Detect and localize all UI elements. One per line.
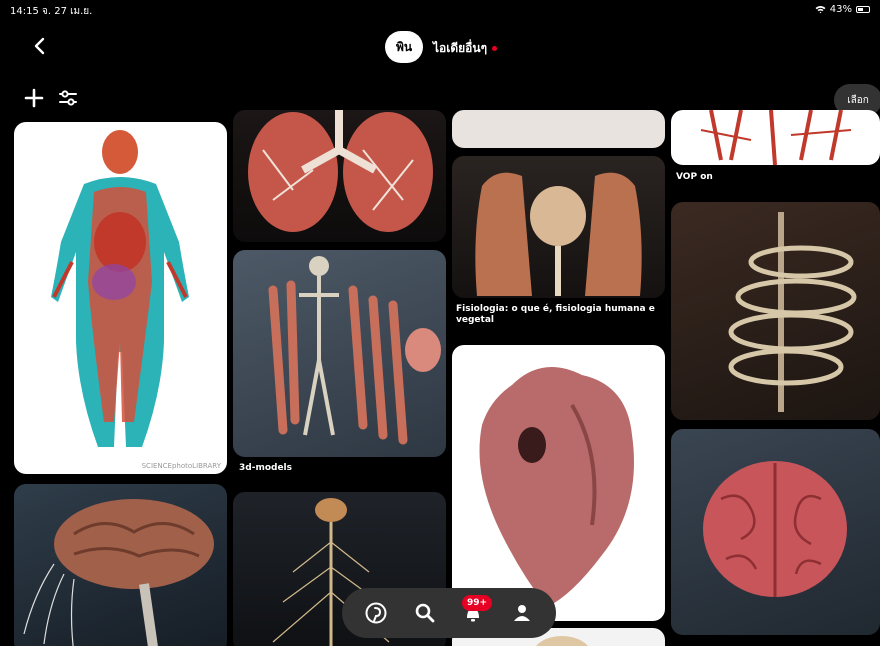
pin-heart[interactable]	[452, 345, 665, 621]
filter-icon[interactable]	[58, 89, 78, 107]
vessels-illustration	[700, 110, 852, 165]
pin-top-partial[interactable]	[452, 110, 665, 148]
body-illustration	[51, 130, 189, 447]
board-more-ideas-tab[interactable]: ไอเดียอื่นๆ	[433, 39, 498, 58]
back-icon[interactable]	[30, 36, 50, 56]
pin-vascular[interactable]	[671, 110, 880, 165]
pin-body-anatomy[interactable]: SCIENCEphotoLIBRARY	[14, 122, 227, 474]
brain-illustration	[23, 499, 214, 646]
battery-percent: 43%	[829, 4, 852, 15]
profile-icon	[513, 605, 530, 621]
pinterest-icon	[365, 602, 387, 624]
battery-icon	[856, 6, 870, 13]
pin-caption: 3d-models	[239, 463, 292, 473]
skeleton-muscles-illustration	[268, 256, 441, 445]
pin-caption: VOP on	[676, 172, 713, 182]
head-section-illustration	[475, 172, 642, 296]
watermark-text: SCIENCEphotoLIBRARY	[141, 462, 221, 470]
nav-profile[interactable]	[509, 600, 535, 626]
status-bar: 14:15 จ. 27 เม.ย. 43%	[0, 0, 880, 22]
notification-badge: 99+	[462, 595, 493, 611]
pin-head-anatomy[interactable]	[452, 156, 665, 298]
heart-illustration	[479, 367, 634, 607]
nav-home[interactable]	[363, 600, 389, 626]
ribcage-illustration	[728, 212, 857, 412]
status-time: 14:15 จ. 27 เม.ย.	[10, 6, 93, 17]
pin-lungs[interactable]	[233, 110, 446, 242]
pin-caption: Fisiologia: o que é, fisiologia humana e…	[456, 304, 655, 325]
pin-spine-model[interactable]	[671, 202, 880, 420]
board-pins-pill[interactable]: พิน	[385, 31, 423, 63]
more-ideas-label: ไอเดียอื่นๆ	[433, 41, 488, 55]
status-right: 43%	[815, 4, 870, 15]
wifi-icon	[815, 6, 826, 14]
pin-brain-nerves[interactable]	[14, 484, 227, 646]
search-icon	[415, 603, 435, 623]
pin-3d-models[interactable]	[233, 250, 446, 457]
nav-search[interactable]	[412, 600, 438, 626]
bottom-nav	[342, 588, 556, 638]
lungs-illustration	[248, 110, 433, 232]
pin-brain-3d[interactable]	[671, 429, 880, 635]
brain-3d-illustration	[703, 461, 847, 597]
plus-icon[interactable]	[24, 88, 44, 108]
new-indicator-dot	[492, 46, 498, 51]
